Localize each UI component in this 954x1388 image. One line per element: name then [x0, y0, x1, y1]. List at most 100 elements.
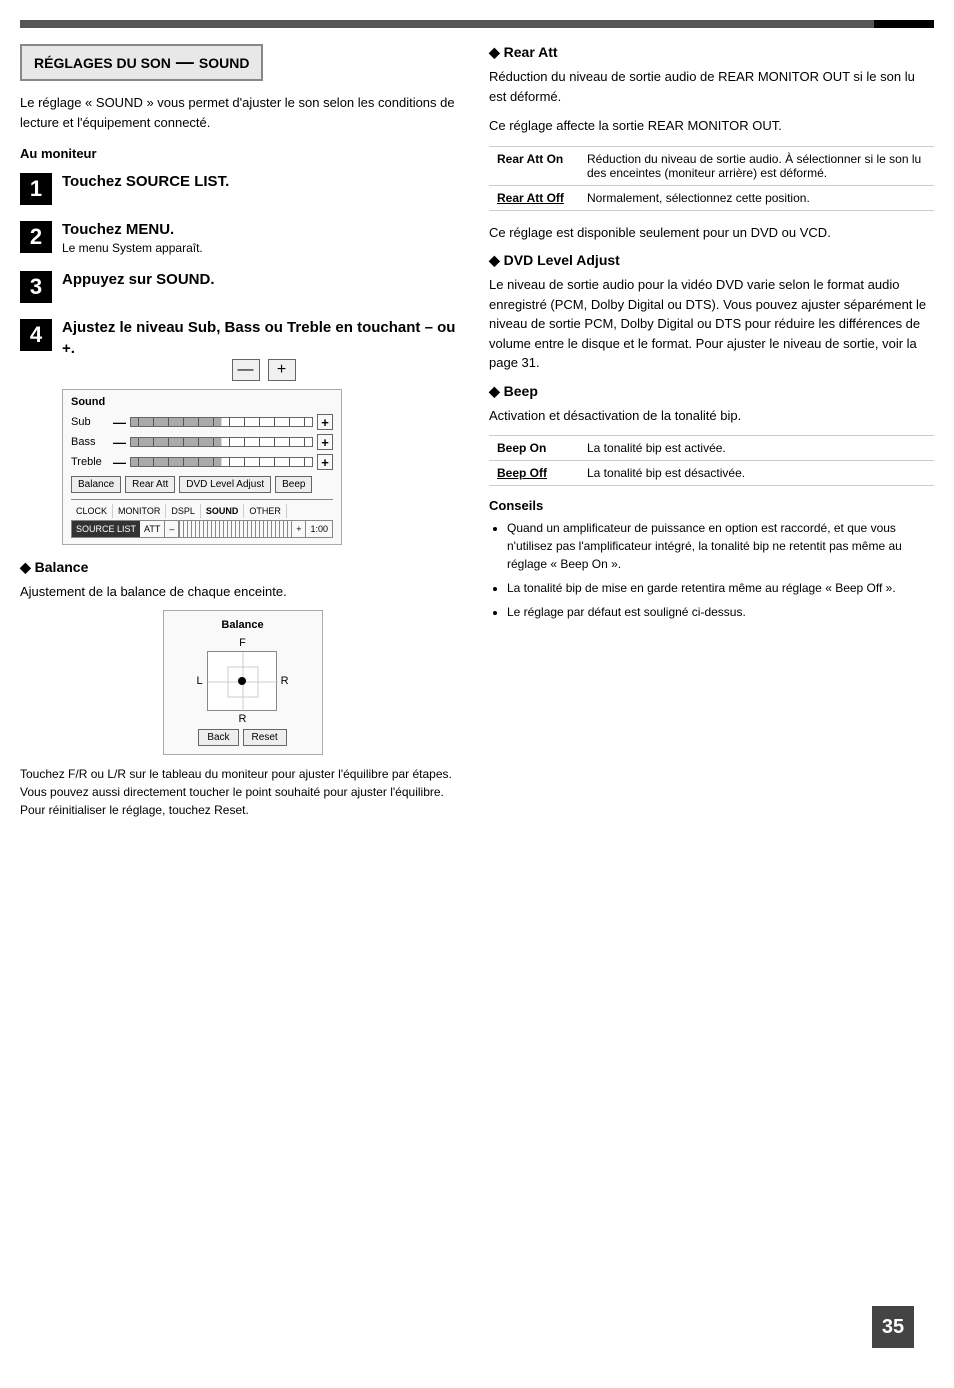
conseils-section: Conseils Quand un amplificateur de puiss… — [489, 498, 934, 621]
list-item: La tonalité bip de mise en garde retenti… — [507, 579, 934, 597]
top-accent-bar — [20, 20, 934, 28]
treble-plus-icon[interactable]: + — [317, 454, 333, 470]
plus-button[interactable]: + — [268, 359, 296, 381]
step-number-1: 1 — [20, 173, 52, 205]
beep-button[interactable]: Beep — [275, 476, 312, 493]
treble-label: Treble — [71, 456, 109, 468]
beep-heading: Beep — [489, 383, 934, 400]
tick — [213, 438, 214, 446]
rear-att-body2: Ce réglage affecte la sortie REAR MONITO… — [489, 116, 934, 136]
bottom-slider[interactable] — [179, 521, 291, 537]
tick — [153, 458, 154, 466]
bottom-minus[interactable]: – — [165, 521, 179, 537]
beep-off-desc: La tonalité bip est désactivée. — [579, 461, 934, 486]
bottom-time: 1:00 — [305, 521, 332, 537]
step-number-4: 4 — [20, 319, 52, 351]
sound-ui: Sound Sub — — [62, 389, 342, 545]
tick — [138, 438, 139, 446]
tick — [153, 438, 154, 446]
tick — [244, 438, 245, 446]
tick — [168, 418, 169, 426]
section-title: Réglages du son — SOUND — [34, 52, 249, 73]
minus-button[interactable]: — — [232, 359, 260, 381]
treble-minus-icon[interactable]: — — [113, 455, 126, 470]
conseils-list: Quand un amplificateur de puissance en o… — [507, 519, 934, 621]
balance-inner-box[interactable] — [207, 651, 277, 711]
back-button[interactable]: Back — [198, 729, 238, 746]
tick — [138, 458, 139, 466]
step-1: 1 Touchez SOURCE LIST. — [20, 171, 465, 205]
balance-l-label: L — [196, 675, 202, 687]
tick — [198, 458, 199, 466]
right-column: Rear Att Réduction du niveau de sortie a… — [489, 44, 934, 829]
table-row: Rear Att On Réduction du niveau de sorti… — [489, 146, 934, 185]
top-accent-right — [874, 20, 934, 28]
sub-minus-icon[interactable]: — — [113, 415, 126, 430]
nav-dspl[interactable]: DSPL — [166, 504, 201, 518]
bottom-plus[interactable]: + — [291, 521, 305, 537]
balance-lr-row: L R — [196, 651, 288, 711]
treble-slider-track[interactable] — [130, 457, 313, 467]
rear-att-on-desc: Réduction du niveau de sortie audio. À s… — [579, 146, 934, 185]
step-content-1: Touchez SOURCE LIST. — [62, 171, 465, 192]
sound-buttons-row: Balance Rear Att DVD Level Adjust Beep — [71, 476, 333, 493]
balance-r-label: R — [281, 675, 289, 687]
balance-ui-title: Balance — [172, 619, 314, 631]
tick — [259, 438, 260, 446]
bass-minus-icon[interactable]: — — [113, 435, 126, 450]
bass-slider-track[interactable] — [130, 437, 313, 447]
dvd-level-section: DVD Level Adjust Le niveau de sortie aud… — [489, 252, 934, 373]
step-content-3: Appuyez sur SOUND. — [62, 269, 465, 290]
rear-att-button[interactable]: Rear Att — [125, 476, 175, 493]
step-content-2: Touchez MENU. Le menu System apparaît. — [62, 219, 465, 255]
balance-dot — [238, 677, 246, 685]
treble-slider-row: Treble — — [71, 454, 333, 470]
balance-f-label: F — [239, 637, 246, 649]
balance-back-label: R — [239, 713, 247, 725]
bass-slider-row: Bass — — [71, 434, 333, 450]
tick — [304, 458, 305, 466]
beep-section: Beep Activation et désactivation de la t… — [489, 383, 934, 487]
beep-body: Activation et désactivation de la tonali… — [489, 406, 934, 426]
balance-button[interactable]: Balance — [71, 476, 121, 493]
left-column: Réglages du son — SOUND Le réglage « SOU… — [20, 44, 465, 829]
bass-plus-icon[interactable]: + — [317, 434, 333, 450]
reset-button[interactable]: Reset — [243, 729, 287, 746]
tick — [168, 438, 169, 446]
tick — [274, 458, 275, 466]
tick — [289, 458, 290, 466]
nav-sound[interactable]: SOUND — [201, 504, 245, 518]
step-number-2: 2 — [20, 221, 52, 253]
tick — [153, 418, 154, 426]
source-list-label[interactable]: SOURCE LIST — [72, 521, 140, 537]
nav-monitor[interactable]: MONITOR — [113, 504, 166, 518]
tick — [198, 418, 199, 426]
balance-display: F L — [172, 637, 314, 725]
bass-label: Bass — [71, 436, 109, 448]
tick — [183, 418, 184, 426]
rear-att-section: Rear Att Réduction du niveau de sortie a… — [489, 44, 934, 242]
tick — [274, 438, 275, 446]
sub-plus-icon[interactable]: + — [317, 414, 333, 430]
section-title-box: Réglages du son — SOUND — [20, 44, 263, 81]
pm-buttons: — + — [62, 359, 465, 381]
sub-slider-track[interactable] — [130, 417, 313, 427]
att-label[interactable]: ATT — [140, 521, 165, 537]
balance-ui: Balance F L — [163, 610, 323, 755]
dvd-level-adjust-button[interactable]: DVD Level Adjust — [179, 476, 271, 493]
table-row: Beep On La tonalité bip est activée. — [489, 436, 934, 461]
tick — [213, 458, 214, 466]
rear-att-note: Ce réglage est disponible seulement pour… — [489, 223, 934, 243]
rear-att-body1: Réduction du niveau de sortie audio de R… — [489, 67, 934, 106]
tick — [304, 418, 305, 426]
table-row: Rear Att Off Normalement, sélectionnez c… — [489, 185, 934, 210]
rear-att-on-label: Rear Att On — [489, 146, 579, 185]
tick — [138, 418, 139, 426]
table-row: Beep Off La tonalité bip est désactivée. — [489, 461, 934, 486]
nav-clock[interactable]: CLOCK — [71, 504, 113, 518]
nav-other[interactable]: OTHER — [244, 504, 287, 518]
tick — [274, 418, 275, 426]
sub-label: Sub — [71, 416, 109, 428]
dvd-level-body: Le niveau de sortie audio pour la vidéo … — [489, 275, 934, 373]
tick — [229, 438, 230, 446]
